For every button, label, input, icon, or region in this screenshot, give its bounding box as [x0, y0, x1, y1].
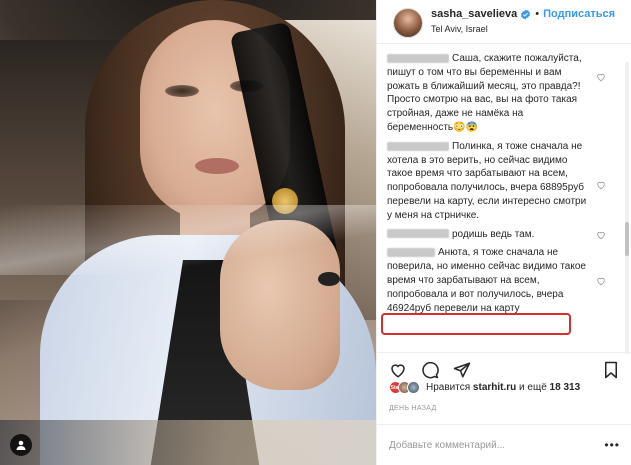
- light-glare: [0, 205, 376, 275]
- eye: [165, 85, 199, 97]
- action-bar: [377, 352, 631, 380]
- comment-text: Полинка, я тоже сначала не хотела в это …: [387, 140, 587, 221]
- liker-username[interactable]: starhit.ru: [473, 382, 516, 393]
- scrollbar[interactable]: [625, 62, 629, 354]
- separator-dot: •: [535, 8, 540, 20]
- post-timestamp: ДЕНЬ НАЗАД: [389, 405, 437, 412]
- comment-text: Саша, скажите пожалуйста, пишут о том чт…: [387, 53, 582, 133]
- likes-count[interactable]: 18 313: [550, 382, 581, 393]
- redacted-username: [387, 141, 449, 151]
- share-icon[interactable]: [453, 361, 471, 379]
- post-header: sasha_savelieva • Подписаться Tel Aviv, …: [377, 0, 631, 44]
- scrollbar-thumb[interactable]: [625, 222, 629, 256]
- follow-button[interactable]: Подписаться: [543, 8, 615, 20]
- heart-icon[interactable]: [596, 180, 606, 190]
- more-options-button[interactable]: •••: [604, 438, 620, 452]
- likes-suffix: и ещё: [519, 382, 547, 393]
- comment-input[interactable]: [389, 439, 589, 451]
- lips: [195, 158, 239, 174]
- post-photo[interactable]: [0, 0, 376, 465]
- heart-icon[interactable]: [596, 72, 606, 82]
- comment: родишь ведь там.: [377, 228, 620, 242]
- comments-list[interactable]: Саша, скажите пожалуйста, пишут о том чт…: [377, 52, 620, 348]
- likes-text: Нравится starhit.ru и ещё 18 313: [426, 382, 580, 393]
- highlight-box: [381, 313, 571, 335]
- liker-avatar[interactable]: [407, 381, 420, 394]
- likes-row: Star Нравится starhit.ru и ещё 18 313: [389, 381, 580, 394]
- heart-icon[interactable]: [596, 276, 606, 286]
- redacted-username: [387, 53, 449, 63]
- likes-prefix: Нравится: [426, 382, 471, 393]
- location-link[interactable]: Tel Aviv, Israel: [431, 24, 615, 34]
- heart-icon[interactable]: [389, 361, 407, 379]
- redacted-username: [387, 248, 435, 258]
- fabric: [0, 420, 376, 465]
- comment-icon[interactable]: [421, 361, 439, 379]
- add-comment-bar: •••: [377, 424, 631, 465]
- comment-text: Анюта, я тоже сначала не поверила, но им…: [387, 247, 586, 314]
- bookmark-icon[interactable]: [602, 361, 620, 379]
- username-link[interactable]: sasha_savelieva: [431, 8, 517, 20]
- comment: Саша, скажите пожалуйста, пишут о том чт…: [377, 52, 620, 135]
- avatar[interactable]: [393, 8, 423, 38]
- comment: Анюта, я тоже сначала не поверила, но им…: [377, 246, 620, 315]
- verified-badge-icon: [521, 8, 531, 20]
- comment-text: родишь ведь там.: [452, 228, 535, 240]
- heart-icon[interactable]: [596, 230, 606, 240]
- tag-person-button[interactable]: [10, 434, 32, 456]
- redacted-username: [387, 229, 449, 239]
- tag-person-icon: [16, 440, 26, 450]
- post-sidebar: sasha_savelieva • Подписаться Tel Aviv, …: [376, 0, 631, 465]
- comment: Полинка, я тоже сначала не хотела в это …: [377, 140, 620, 223]
